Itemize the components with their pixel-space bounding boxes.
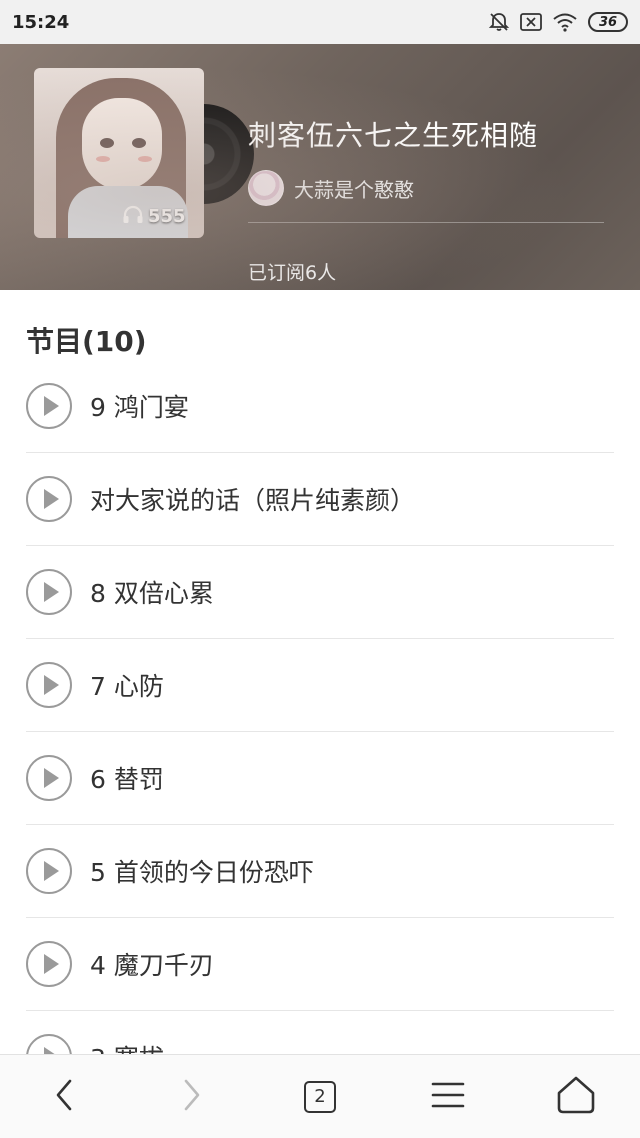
play-icon[interactable] xyxy=(26,476,72,522)
play-icon[interactable] xyxy=(26,755,72,801)
list-item[interactable]: 6 替罚 xyxy=(26,732,614,825)
play-count-value: 555 xyxy=(148,206,186,227)
home-button[interactable] xyxy=(541,1062,611,1132)
list-item[interactable]: 9 鸿门宴 xyxy=(26,360,614,453)
forward-icon xyxy=(180,1077,204,1117)
avatar[interactable] xyxy=(248,170,284,206)
author-row[interactable]: 大蒜是个憨憨 xyxy=(248,170,414,206)
episode-title[interactable]: 7 心防 xyxy=(90,667,164,703)
tabs-button[interactable]: 2 xyxy=(285,1062,355,1132)
status-icons: 36 xyxy=(488,11,628,33)
list-item[interactable]: 3 寒拔 xyxy=(26,1011,614,1054)
play-count: 555 xyxy=(122,204,186,229)
list-item[interactable]: 对大家说的话（照片纯素颜） xyxy=(26,453,614,546)
list-item[interactable]: 4 魔刀千刃 xyxy=(26,918,614,1011)
play-icon[interactable] xyxy=(26,848,72,894)
headphones-icon xyxy=(122,204,144,229)
play-icon[interactable] xyxy=(26,662,72,708)
play-icon[interactable] xyxy=(26,1034,72,1054)
header-divider xyxy=(248,222,604,223)
play-icon[interactable] xyxy=(26,941,72,987)
play-icon[interactable] xyxy=(26,383,72,429)
episode-list: 9 鸿门宴 对大家说的话（照片纯素颜） 8 双倍心累 7 心防 6 替罚 5 首… xyxy=(26,360,614,1054)
menu-icon xyxy=(431,1081,465,1113)
notifications-muted-icon xyxy=(488,11,510,33)
episode-title[interactable]: 6 替罚 xyxy=(90,760,164,796)
status-time: 15:24 xyxy=(12,11,70,33)
back-button[interactable] xyxy=(29,1062,99,1132)
subscriber-count: 已订阅6人 xyxy=(248,262,337,284)
album-title: 刺客伍六七之生死相随 xyxy=(248,119,539,152)
bottom-nav: 2 xyxy=(0,1054,640,1138)
list-item[interactable]: 5 首领的今日份恐吓 xyxy=(26,825,614,918)
episode-title[interactable]: 3 寒拔 xyxy=(90,1039,164,1054)
tabs-icon: 2 xyxy=(304,1080,336,1113)
episode-title[interactable]: 5 首领的今日份恐吓 xyxy=(90,853,314,889)
wifi-icon xyxy=(552,12,578,32)
episode-title[interactable]: 4 魔刀千刃 xyxy=(90,946,214,982)
album-header: 555 刺客伍六七之生死相随 大蒜是个憨憨 已订阅6人 xyxy=(0,44,640,290)
home-icon xyxy=(556,1075,596,1119)
status-bar: 15:24 36 xyxy=(0,0,640,44)
album-cover[interactable]: 555 xyxy=(34,68,254,240)
back-icon xyxy=(52,1077,76,1117)
episode-title[interactable]: 9 鸿门宴 xyxy=(90,388,189,424)
play-icon[interactable] xyxy=(26,569,72,615)
episode-title[interactable]: 8 双倍心累 xyxy=(90,574,214,610)
list-item[interactable]: 8 双倍心累 xyxy=(26,546,614,639)
author-name[interactable]: 大蒜是个憨憨 xyxy=(294,174,414,203)
battery-icon: 36 xyxy=(588,12,628,32)
episodes-header: 节目(10) xyxy=(26,325,147,358)
menu-button[interactable] xyxy=(413,1062,483,1132)
episode-title[interactable]: 对大家说的话（照片纯素颜） xyxy=(90,481,415,517)
sim-no-signal-icon xyxy=(520,12,542,32)
list-item[interactable]: 7 心防 xyxy=(26,639,614,732)
forward-button[interactable] xyxy=(157,1062,227,1132)
